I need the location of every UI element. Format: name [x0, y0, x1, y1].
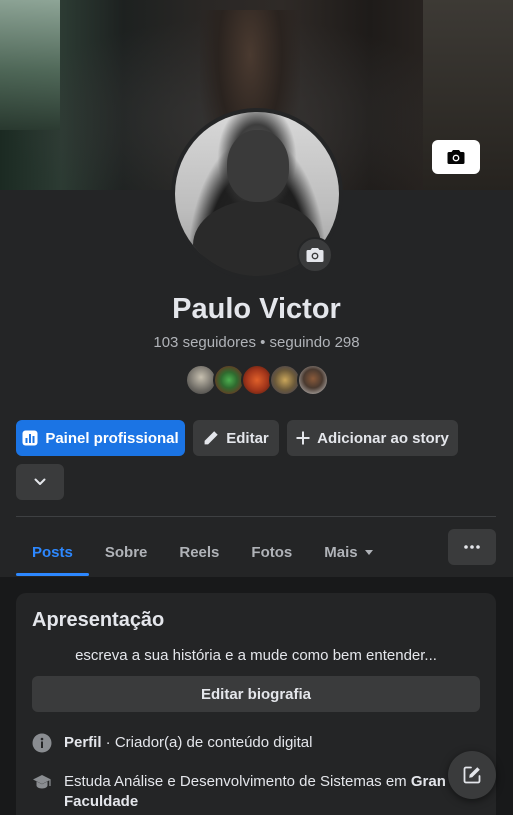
tab-label: Reels [179, 543, 220, 561]
info-icon [32, 733, 52, 753]
edit-bio-button[interactable]: Editar biografia [32, 676, 480, 712]
dashboard-icon [22, 430, 38, 446]
professional-dashboard-button[interactable]: Painel profissional [16, 420, 185, 456]
tabs-options-button[interactable] [448, 529, 496, 565]
ellipsis-icon [464, 545, 480, 549]
more-options-button[interactable] [16, 464, 64, 500]
plus-icon [296, 431, 310, 445]
profile-category-row: Perfil · Criador(a) de conteúdo digital [32, 733, 452, 753]
divider [16, 516, 496, 517]
tab-reels[interactable]: Reels [163, 528, 235, 576]
edit-cover-button[interactable] [432, 140, 480, 174]
education-text: Estuda Análise e Desenvolvimento de Sist… [64, 773, 411, 790]
tab-label: Fotos [251, 543, 293, 561]
intro-title: Apresentação [32, 609, 165, 631]
profile-tabs: Posts Sobre Reels Fotos Mais [16, 528, 390, 576]
edit-profile-picture-button[interactable] [297, 237, 333, 273]
cover-window [0, 0, 60, 130]
graduation-cap-icon [32, 772, 52, 792]
pencil-icon [204, 431, 218, 445]
compose-icon [463, 766, 481, 784]
edit-bio-label: Editar biografia [200, 685, 312, 703]
followers-count[interactable]: 103 seguidores • seguindo 298 [0, 334, 513, 351]
compose-button[interactable] [448, 751, 496, 799]
professional-dashboard-label: Painel profissional [45, 429, 179, 447]
add-to-story-label: Adicionar ao story [317, 429, 449, 447]
tab-posts[interactable]: Posts [16, 528, 89, 576]
profile-category-value: · Criador(a) de conteúdo digital [101, 734, 313, 751]
bio-text: escreva a sua história e a mude como bem… [75, 647, 437, 664]
edit-profile-button[interactable]: Editar [193, 420, 279, 456]
camera-icon [447, 150, 465, 164]
intro-card: Apresentação escreva a sua história e a … [16, 593, 496, 815]
tab-label: Posts [32, 543, 73, 561]
friend-avatar[interactable] [297, 364, 329, 396]
edit-profile-label: Editar [226, 429, 269, 447]
add-to-story-button[interactable]: Adicionar ao story [287, 420, 458, 456]
tab-about[interactable]: Sobre [89, 528, 164, 576]
profile-category-label: Perfil [64, 734, 102, 751]
tab-more[interactable]: Mais [308, 528, 389, 576]
chevron-down-icon [34, 478, 46, 485]
friends-preview[interactable] [185, 364, 329, 396]
camera-icon [306, 248, 324, 262]
caret-down-icon [364, 550, 373, 555]
tab-label: Mais [324, 543, 358, 561]
education-row: Estuda Análise e Desenvolvimento de Sist… [32, 772, 452, 812]
tab-photos[interactable]: Fotos [235, 528, 308, 576]
profile-name: Paulo Victor [172, 293, 341, 325]
tab-label: Sobre [104, 543, 148, 561]
